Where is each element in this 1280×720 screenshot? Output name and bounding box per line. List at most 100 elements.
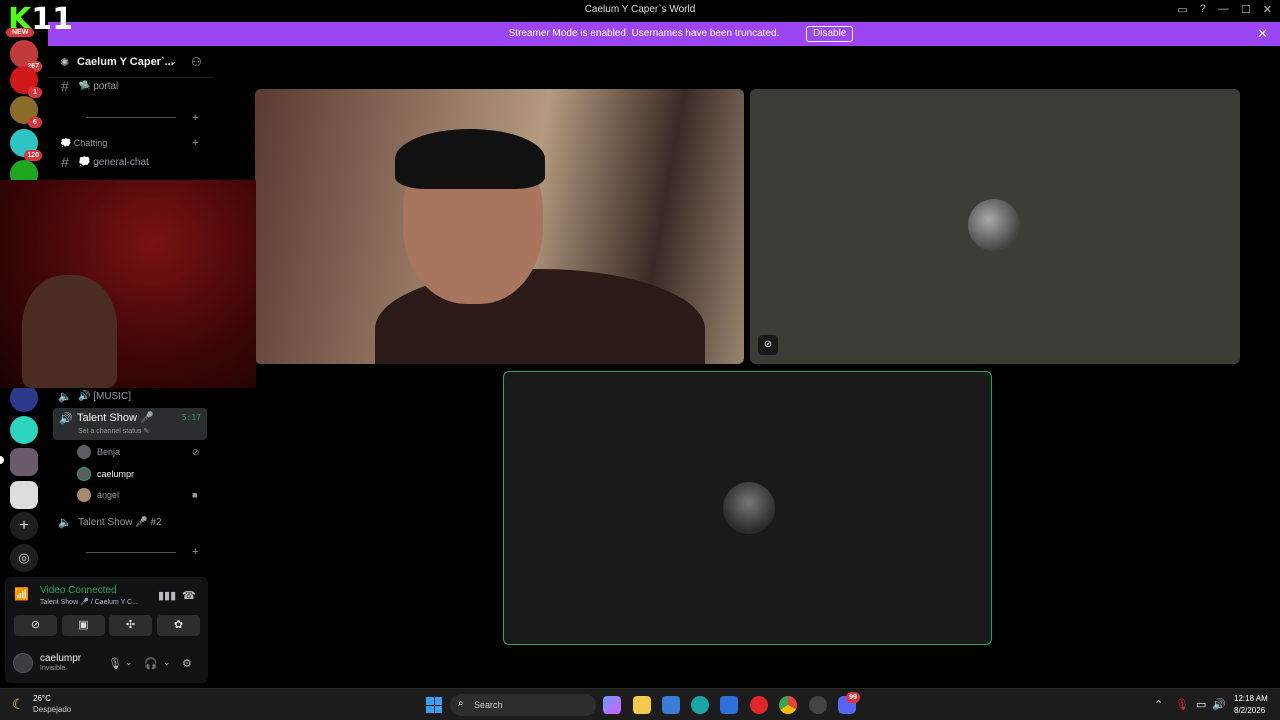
add-channel-icon[interactable]: + — [192, 546, 198, 558]
speaker-icon: 🔊 — [59, 413, 73, 425]
guild-icon[interactable] — [10, 384, 38, 412]
avatar[interactable] — [13, 653, 33, 673]
inbox-icon[interactable]: ▭ — [1177, 3, 1187, 16]
channel-label: Talent Show 🎤 #2 — [78, 516, 162, 528]
mention-badge: 6 — [28, 117, 42, 128]
window-title: Caelum Y Caper`s World — [584, 4, 696, 15]
guild-icon[interactable] — [10, 481, 38, 509]
screen-share-button[interactable]: ▣ — [62, 615, 105, 636]
channel-talent-show[interactable]: 🔊 Talent Show 🎤 5:17 Set a channel statu… — [53, 408, 207, 440]
guild-icon[interactable]: 6 — [10, 96, 42, 128]
discord-icon[interactable]: 99 — [838, 692, 860, 714]
avatar — [77, 467, 91, 481]
github-icon[interactable] — [809, 696, 827, 714]
channel-portal[interactable]: # 🛸 portal — [58, 76, 118, 96]
stream-logo-number: 11 — [31, 2, 73, 37]
channel-status[interactable]: Set a channel status ✎ — [78, 427, 149, 435]
mic-tray-icon[interactable]: 🎙 — [1175, 698, 1189, 711]
server-header[interactable]: ✺ Caelum Y Caper`... ⌄ ⚇ — [48, 46, 214, 78]
opera-icon[interactable] — [750, 696, 768, 714]
close-window-icon[interactable]: ✕ — [1263, 3, 1272, 16]
channel-music[interactable]: 🔈 🔊 [MUSIC] — [58, 386, 131, 406]
activities-button[interactable]: ✣ — [109, 615, 152, 636]
edge-icon[interactable] — [691, 696, 709, 714]
chevron-down-icon[interactable]: ⌄ — [163, 657, 171, 668]
channel-label: 🔊 [MUSIC] — [78, 390, 132, 402]
volume-icon[interactable]: 🔊 — [1212, 698, 1226, 711]
settings-gear-icon[interactable]: ⚙ — [182, 657, 192, 670]
chrome-icon[interactable] — [779, 696, 797, 714]
mail-icon[interactable] — [720, 696, 738, 714]
copilot-icon[interactable] — [603, 696, 621, 714]
voice-member[interactable]: Benja ⊘ — [77, 443, 200, 461]
speaker-icon: 🔈 — [58, 390, 72, 403]
video-icon: ■ — [192, 490, 198, 500]
add-channel-icon[interactable]: + — [192, 112, 198, 124]
headphones-icon[interactable]: 🎧 — [144, 657, 158, 670]
maximize-icon[interactable]: ☐ — [1241, 3, 1251, 16]
disconnect-icon[interactable]: ☎ — [182, 589, 196, 602]
voice-connection-panel: 📶 Video Connected Talent Show 🎤 / Caelum… — [5, 577, 208, 683]
user-status: Invisible — [40, 665, 66, 672]
signal-icon[interactable]: 📶 — [14, 587, 32, 605]
weather-desc[interactable]: Despejado — [33, 705, 71, 714]
voice-status-title[interactable]: Video Connected — [40, 585, 117, 596]
voice-member[interactable]: caelumpr — [77, 465, 134, 483]
microphone-icon[interactable]: 🎙 — [108, 657, 122, 670]
close-icon[interactable]: ✕ — [1257, 26, 1268, 42]
minimize-icon[interactable]: — — [1218, 3, 1229, 16]
channel-timer: 5:17 — [181, 413, 201, 422]
guild-icon[interactable]: 1 — [10, 66, 42, 98]
divider — [86, 552, 176, 553]
voice-member[interactable]: ángel ■ — [77, 486, 197, 504]
clock-time[interactable]: 12:18 AM — [1234, 694, 1268, 703]
avatar — [77, 488, 91, 502]
moon-icon[interactable]: ☾ — [12, 696, 25, 713]
discover-icon[interactable]: ◎ — [10, 544, 38, 572]
soundboard-button[interactable]: ✿ — [157, 615, 200, 636]
video-tile-avatar[interactable]: ⊘ — [750, 89, 1240, 364]
store-icon[interactable] — [662, 696, 680, 714]
hash-icon: # — [61, 154, 69, 170]
guild-icon[interactable] — [10, 448, 38, 476]
video-stage: ⊘ — [214, 46, 1280, 688]
network-icon[interactable]: ▭ — [1196, 698, 1206, 711]
member-name: caelumpr — [97, 469, 135, 479]
add-channel-icon[interactable]: + — [192, 137, 198, 149]
noise-suppression-icon[interactable]: ▮▮▮ — [158, 589, 176, 602]
clock-date[interactable]: 8/2/2026 — [1234, 706, 1265, 715]
streamer-mode-banner: Streamer Mode is enabled. Usernames have… — [48, 22, 1280, 46]
guild-icon[interactable]: 267 — [10, 40, 42, 72]
voice-status-subtitle[interactable]: Talent Show 🎤 / Caelum Y C... — [40, 598, 138, 606]
tray-overflow-icon[interactable]: ⌃ — [1154, 698, 1163, 711]
user-name[interactable]: caelumpr — [40, 653, 81, 664]
weather-temp[interactable]: 26°C — [33, 694, 51, 703]
add-server-icon[interactable]: + — [10, 512, 38, 540]
participant-avatar — [968, 199, 1020, 251]
invite-icon[interactable]: ⚇ — [191, 55, 202, 69]
participant-avatar — [723, 482, 775, 534]
start-button[interactable] — [426, 697, 442, 713]
channel-talent-show-2[interactable]: 🔈 Talent Show 🎤 #2 — [58, 512, 162, 532]
guild-icon[interactable]: 120 — [10, 129, 42, 161]
guild-selected-pill — [0, 456, 4, 464]
member-name: Benja — [97, 447, 121, 457]
video-tile-speaking[interactable] — [503, 371, 992, 645]
channel-label: 🛸 portal — [78, 80, 119, 92]
file-explorer-icon[interactable] — [633, 696, 651, 714]
category-chatting[interactable]: 💭 Chatting — [60, 138, 107, 149]
disable-streamer-button[interactable]: Disable — [806, 26, 854, 42]
camera-toggle-button[interactable]: ⊘ — [14, 615, 57, 636]
server-name: Caelum Y Caper`... — [77, 56, 174, 68]
help-icon[interactable]: ? — [1200, 3, 1206, 16]
chevron-down-icon: ⌄ — [169, 56, 178, 67]
video-tile-camera[interactable] — [255, 89, 744, 364]
muted-mic-icon: ⊘ — [758, 335, 778, 355]
search-placeholder: Search — [474, 700, 503, 710]
camera-off-icon: ⊘ — [192, 446, 200, 457]
channel-general-chat[interactable]: # 💭 general-chat — [58, 152, 149, 172]
chevron-down-icon[interactable]: ⌄ — [125, 657, 133, 668]
guild-icon[interactable] — [10, 416, 38, 444]
taskbar-search[interactable]: ⌕ Search — [450, 694, 596, 716]
participant-video — [395, 129, 545, 189]
